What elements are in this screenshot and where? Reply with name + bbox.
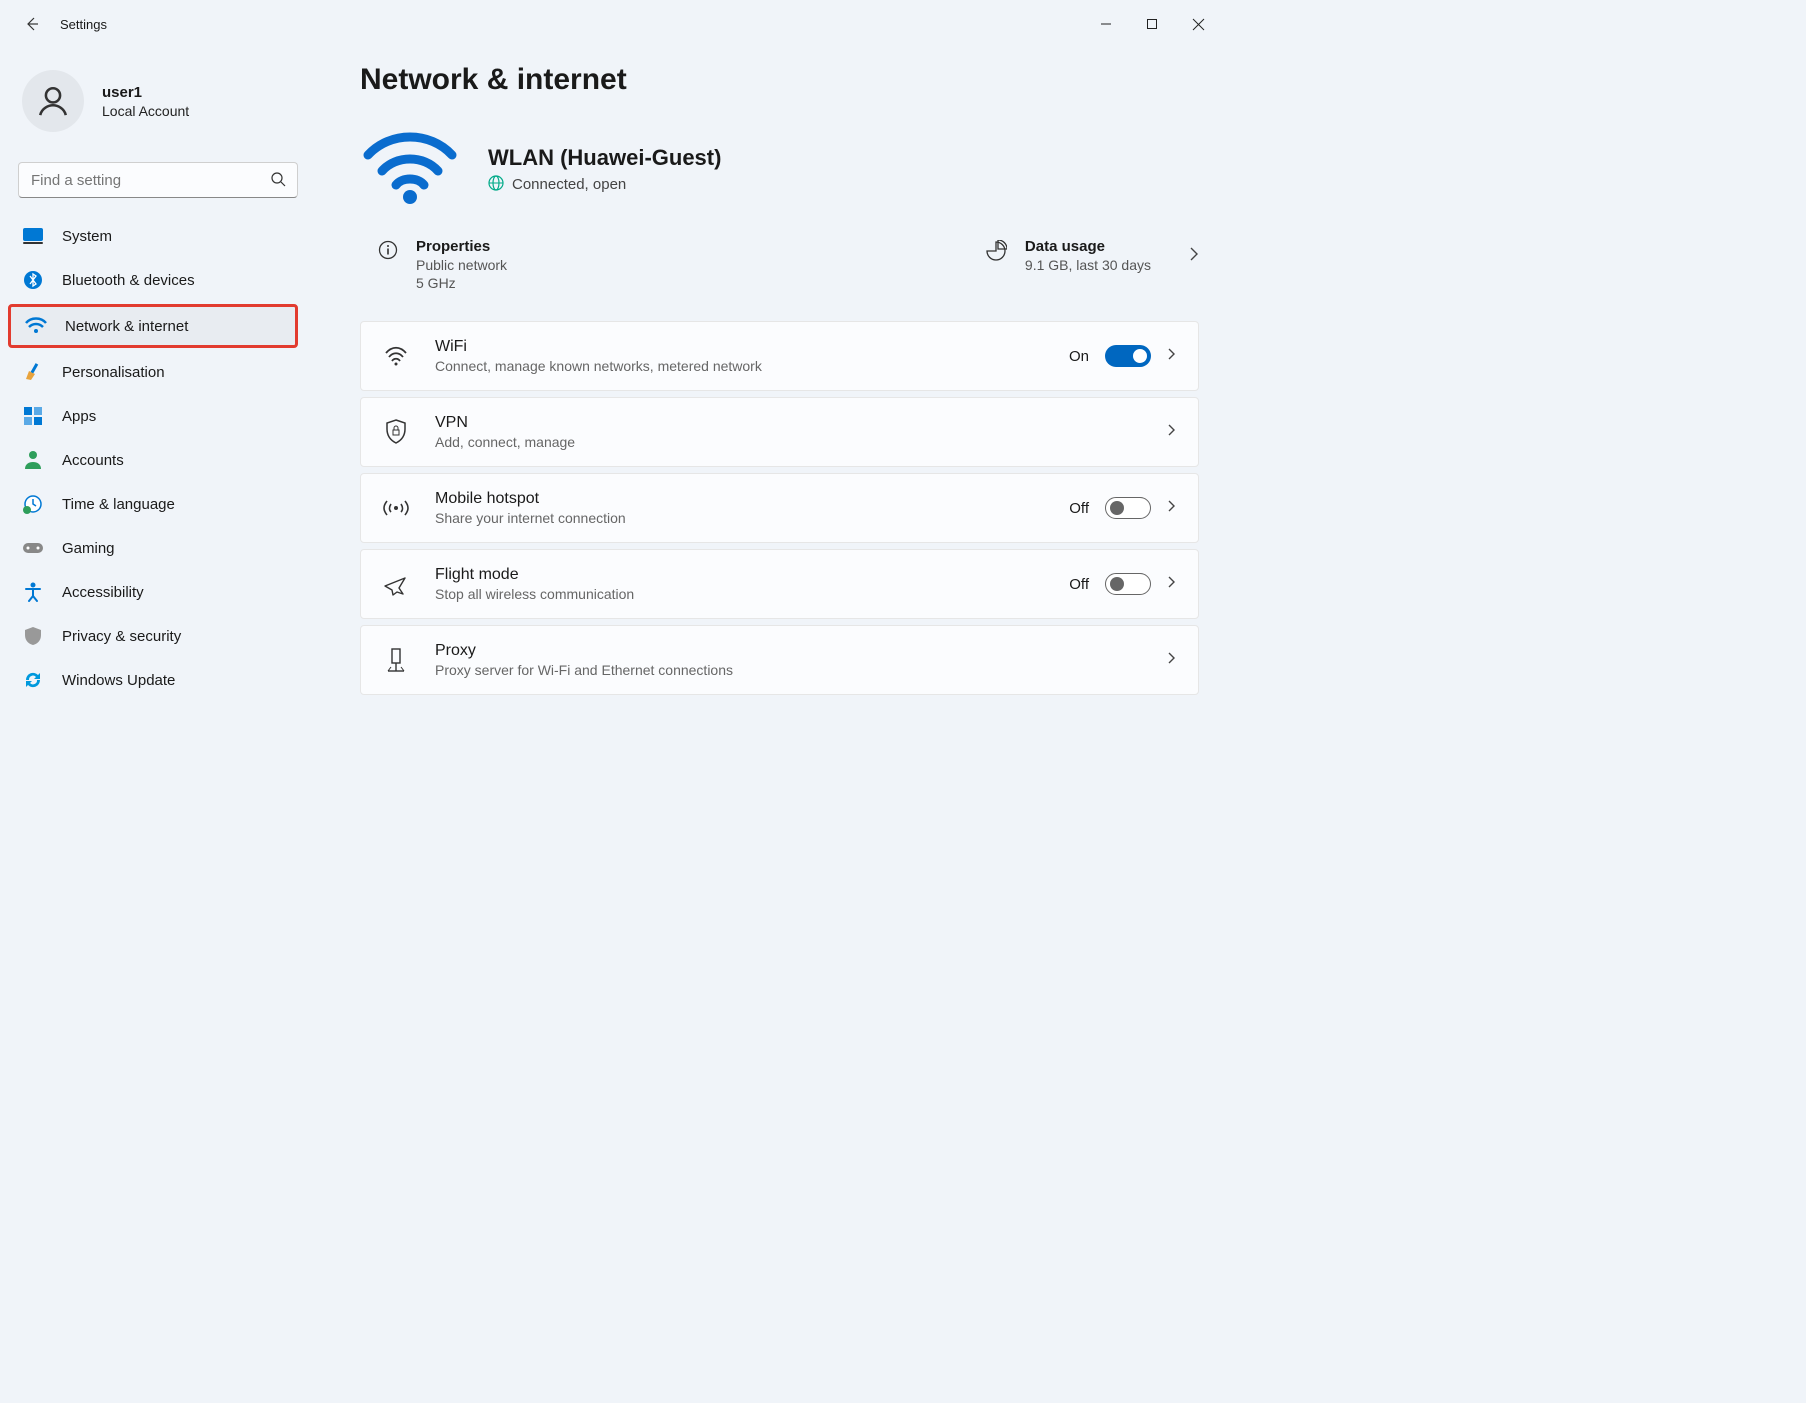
globe-icon <box>488 175 504 195</box>
card-sub: Stop all wireless communication <box>435 586 895 602</box>
card-title: Flight mode <box>435 566 1043 584</box>
sidebar-item-apps[interactable]: Apps <box>8 396 298 436</box>
card-title: VPN <box>435 414 1141 432</box>
system-icon <box>22 225 44 247</box>
search-icon <box>270 171 286 192</box>
card-sub: Proxy server for Wi-Fi and Ethernet conn… <box>435 662 895 678</box>
nav-label: Bluetooth & devices <box>62 272 195 289</box>
app-title: Settings <box>60 17 107 32</box>
card-vpn[interactable]: VPN Add, connect, manage <box>360 397 1199 467</box>
avatar <box>22 70 84 132</box>
usage-title: Data usage <box>1025 238 1151 255</box>
sidebar-item-gaming[interactable]: Gaming <box>8 528 298 568</box>
card-flight[interactable]: Flight mode Stop all wireless communicat… <box>360 549 1199 619</box>
hotspot-icon <box>383 497 409 519</box>
back-button[interactable] <box>14 6 50 42</box>
sidebar-item-bluetooth[interactable]: Bluetooth & devices <box>8 260 298 300</box>
chevron-right-icon <box>1167 347 1176 365</box>
close-button[interactable] <box>1175 8 1221 40</box>
card-wifi[interactable]: WiFi Connect, manage known networks, met… <box>360 321 1199 391</box>
usage-line: 9.1 GB, last 30 days <box>1025 257 1151 273</box>
card-sub: Share your internet connection <box>435 510 895 526</box>
sidebar-item-accessibility[interactable]: Accessibility <box>8 572 298 612</box>
chevron-right-icon <box>1167 499 1176 517</box>
main-content: Network & internet WLAN (Huawei-Guest) C… <box>310 48 1229 955</box>
wifi-icon <box>25 315 47 337</box>
chevron-right-icon <box>1167 575 1176 593</box>
card-hotspot[interactable]: Mobile hotspot Share your internet conne… <box>360 473 1199 543</box>
data-usage-summary[interactable]: Data usage 9.1 GB, last 30 days <box>809 238 1200 291</box>
sidebar-item-time[interactable]: Time & language <box>8 484 298 524</box>
nav-label: Windows Update <box>62 672 175 689</box>
user-account-type: Local Account <box>102 103 189 119</box>
wifi-toggle[interactable] <box>1105 345 1151 367</box>
nav-label: Accounts <box>62 452 124 469</box>
info-icon <box>378 240 398 265</box>
sidebar-item-update[interactable]: Windows Update <box>8 660 298 700</box>
pie-icon <box>985 240 1007 267</box>
plane-icon <box>383 572 409 596</box>
toggle-label: Off <box>1069 500 1089 517</box>
card-title: Mobile hotspot <box>435 490 1043 508</box>
nav-label: System <box>62 228 112 245</box>
wifi-icon <box>383 346 409 366</box>
sidebar-item-network[interactable]: Network & internet <box>8 304 298 348</box>
sidebar-item-personalisation[interactable]: Personalisation <box>8 352 298 392</box>
nav-label: Privacy & security <box>62 628 181 645</box>
chevron-right-icon <box>1189 246 1199 262</box>
sidebar-item-system[interactable]: System <box>8 216 298 256</box>
user-name: user1 <box>102 84 189 101</box>
nav-label: Time & language <box>62 496 175 513</box>
toggle-label: On <box>1069 348 1089 365</box>
clock-icon <box>22 493 44 515</box>
user-block[interactable]: user1 Local Account <box>8 48 310 162</box>
prop-line2: 5 GHz <box>416 275 507 291</box>
update-icon <box>22 669 44 691</box>
sidebar-item-accounts[interactable]: Accounts <box>8 440 298 480</box>
chevron-right-icon <box>1167 423 1176 441</box>
card-title: Proxy <box>435 642 1141 660</box>
prop-line1: Public network <box>416 257 507 273</box>
nav-label: Accessibility <box>62 584 144 601</box>
accessibility-icon <box>22 581 44 603</box>
prop-title: Properties <box>416 238 507 255</box>
apps-icon <box>22 405 44 427</box>
flight-toggle[interactable] <box>1105 573 1151 595</box>
proxy-icon <box>383 647 409 673</box>
search-input[interactable] <box>18 162 298 198</box>
nav-label: Gaming <box>62 540 115 557</box>
shield-icon <box>22 625 44 647</box>
gaming-icon <box>22 537 44 559</box>
bluetooth-icon <box>22 269 44 291</box>
maximize-button[interactable] <box>1129 8 1175 40</box>
network-hero: WLAN (Huawei-Guest) Connected, open <box>360 127 1199 212</box>
chevron-right-icon <box>1167 651 1176 669</box>
card-sub: Connect, manage known networks, metered … <box>435 358 895 374</box>
brush-icon <box>22 361 44 383</box>
minimize-button[interactable] <box>1083 8 1129 40</box>
hotspot-toggle[interactable] <box>1105 497 1151 519</box>
sidebar: user1 Local Account System Bluetooth & d… <box>0 48 310 955</box>
card-sub: Add, connect, manage <box>435 434 895 450</box>
properties-summary[interactable]: Properties Public network 5 GHz <box>378 238 769 291</box>
shield-lock-icon <box>383 419 409 445</box>
toggle-label: Off <box>1069 576 1089 593</box>
wifi-large-icon <box>360 127 460 212</box>
network-name: WLAN (Huawei-Guest) <box>488 145 721 171</box>
card-proxy[interactable]: Proxy Proxy server for Wi-Fi and Etherne… <box>360 625 1199 695</box>
network-status: Connected, open <box>512 176 626 193</box>
nav-label: Network & internet <box>65 318 188 335</box>
sidebar-item-privacy[interactable]: Privacy & security <box>8 616 298 656</box>
nav-label: Personalisation <box>62 364 165 381</box>
card-title: WiFi <box>435 338 1043 356</box>
person-icon <box>22 449 44 471</box>
page-title: Network & internet <box>360 63 1199 97</box>
nav-label: Apps <box>62 408 96 425</box>
